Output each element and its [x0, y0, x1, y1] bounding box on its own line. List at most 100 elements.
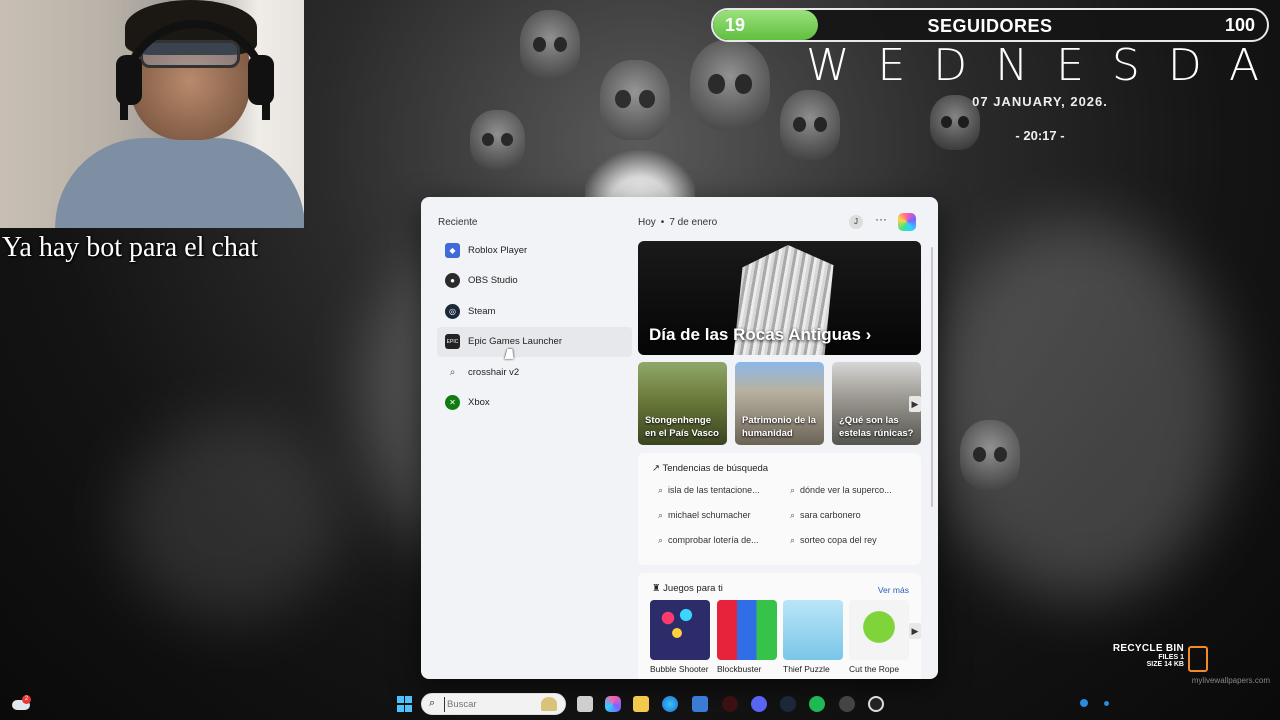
date-label: 07 JANUARY, 2026.: [972, 94, 1108, 109]
search-icon: ⌕: [790, 510, 796, 520]
panel-scrollbar[interactable]: [931, 247, 933, 507]
recent-item-label: crosshair v2: [468, 366, 520, 378]
copilot-icon[interactable]: [898, 213, 916, 231]
topic-card[interactable]: Patrimonio de la humanidad: [735, 362, 824, 445]
obs-taskbar-icon[interactable]: [722, 696, 738, 712]
hero-card[interactable]: Día de las Rocas Antiguas ›: [638, 241, 921, 355]
recent-item-obs[interactable]: ● OBS Studio: [437, 266, 632, 297]
trend-item-label: comprobar lotería de...: [668, 535, 759, 545]
recent-item-steam[interactable]: ◎ Steam: [437, 296, 632, 327]
discord-icon[interactable]: [751, 696, 767, 712]
topic-card-label: ¿Qué son las estelas rúnicas?: [839, 415, 914, 439]
see-more-link[interactable]: Ver más: [878, 585, 909, 595]
topic-card[interactable]: ¿Qué son las estelas rúnicas?: [832, 362, 921, 445]
game-name: Blockbuster: [717, 664, 762, 674]
recent-title: Reciente: [438, 217, 478, 228]
tray-status-icon[interactable]: [1104, 701, 1109, 706]
today-header: Hoy • 7 de enero: [638, 217, 717, 228]
trend-item-label: dónde ver la superco...: [800, 485, 892, 495]
recent-item-label: Epic Games Launcher: [468, 336, 562, 348]
recycle-bin-icon[interactable]: [1188, 646, 1208, 672]
today-label: Hoy: [638, 217, 656, 228]
windows-start-icon[interactable]: [396, 696, 412, 712]
search-highlight-icon: [541, 697, 557, 711]
weather-widget[interactable]: 2: [12, 695, 31, 711]
recent-item-xbox[interactable]: ✕ Xbox: [437, 388, 632, 419]
xbox-icon: ✕: [445, 395, 460, 411]
taskbar-search[interactable]: ⌕: [421, 693, 566, 715]
tray-network-icon[interactable]: [1080, 699, 1088, 707]
wallpaper-skull: [960, 420, 1020, 490]
recent-item-crosshair[interactable]: ⌕ crosshair v2: [437, 357, 632, 388]
taskbar-search-input[interactable]: [444, 697, 534, 712]
trend-item[interactable]: ⌕ isla de las tentacione...: [658, 485, 760, 496]
wallpaper-skull: [690, 40, 770, 130]
wallpaper-skull: [520, 10, 580, 80]
webcam-feed: [0, 0, 304, 228]
trend-item[interactable]: ⌕ sorteo copa del rey: [790, 535, 877, 546]
epic-games-icon: EPIC: [445, 334, 460, 350]
trend-item-label: sorteo copa del rey: [800, 535, 877, 545]
notification-badge: 2: [22, 695, 31, 704]
recent-item-roblox[interactable]: ◆ Roblox Player: [437, 235, 632, 266]
game-name: Bubble Shooter: [650, 664, 709, 674]
search-icon: ⌕: [790, 535, 796, 545]
recent-item-label: Steam: [468, 305, 496, 317]
obs-icon: ●: [445, 273, 460, 289]
game-thumbnail: [783, 600, 843, 660]
time-label: - 20:17 -: [1015, 128, 1065, 143]
trend-item[interactable]: ⌕ dónde ver la superco...: [790, 485, 892, 496]
topic-cards: Stongenhenge en el País Vasco Patrimonio…: [638, 362, 921, 445]
game-tile[interactable]: Thief Puzzle: [783, 600, 843, 674]
game-tile[interactable]: Blockbuster: [717, 600, 777, 674]
recycle-bin-title: RECYCLE BIN: [1112, 643, 1184, 654]
recent-item-epic-games[interactable]: EPIC Epic Games Launcher: [437, 326, 632, 357]
recycle-bin-files: FILES 1: [1158, 654, 1184, 661]
followers-goal-bar: 19 SEGUIDORES 100: [711, 8, 1269, 42]
trend-item[interactable]: ⌕ michael schumacher: [658, 510, 751, 521]
wallpaper-smoke: [120, 420, 340, 620]
wallpaper-smoke: [930, 220, 1230, 600]
game-thumbnail: [650, 600, 710, 660]
trend-arrow-icon: ↗: [652, 463, 663, 474]
headset-earcup-left: [116, 55, 142, 105]
topic-card[interactable]: Stongenhenge en el País Vasco: [638, 362, 727, 445]
task-view-icon[interactable]: [577, 696, 593, 712]
trends-title: ↗ Tendencias de búsqueda: [652, 463, 768, 474]
wallpaper-skull: [780, 90, 840, 160]
spotify-icon[interactable]: [809, 696, 825, 712]
game-tile[interactable]: Cut the Rope: [849, 600, 909, 674]
recycle-bin-info[interactable]: RECYCLE BIN FILES 1 SIZE 14 KB: [1100, 643, 1184, 668]
wallpaper-skull: [470, 110, 525, 170]
game-name: Cut the Rope: [849, 664, 900, 674]
weekday-label: WEDNESDAY: [806, 40, 1280, 91]
recording-app-icon[interactable]: [839, 696, 855, 712]
webcam-shirt: [55, 138, 304, 228]
file-explorer-icon[interactable]: [633, 696, 649, 712]
stream-caption: Ya hay bot para el chat: [2, 232, 259, 263]
trend-item[interactable]: ⌕ sara carbonero: [790, 510, 861, 521]
games-title-label: Juegos para ti: [663, 583, 723, 594]
trend-item-label: isla de las tentacione...: [668, 485, 760, 495]
store-icon[interactable]: [692, 696, 708, 712]
trend-item[interactable]: ⌕ comprobar lotería de...: [658, 535, 759, 546]
copilot-taskbar-icon[interactable]: [605, 696, 621, 712]
chevron-right-icon[interactable]: ▶: [909, 623, 921, 639]
settings-app-icon[interactable]: [868, 696, 884, 712]
game-tile[interactable]: Bubble Shooter: [650, 600, 710, 674]
search-trends: ↗ Tendencias de búsqueda ⌕ isla de las te…: [638, 453, 921, 565]
wallpaper-skull: [600, 60, 670, 140]
steam-icon: ◎: [445, 303, 460, 319]
recent-item-label: OBS Studio: [468, 275, 518, 287]
search-icon: ⌕: [449, 366, 456, 378]
steam-taskbar-icon[interactable]: [780, 696, 796, 712]
wallpaper-watermark: mylivewallpapers.com: [1191, 676, 1270, 685]
edge-icon[interactable]: [662, 696, 678, 712]
chevron-right-icon[interactable]: ▶: [909, 396, 921, 412]
avatar[interactable]: J: [849, 215, 863, 229]
more-options-icon[interactable]: ···: [875, 212, 887, 226]
search-icon: ⌕: [790, 485, 796, 495]
roblox-icon: ◆: [445, 242, 460, 258]
separator-dot: •: [660, 217, 665, 228]
recent-item-label: Xbox: [468, 397, 490, 409]
